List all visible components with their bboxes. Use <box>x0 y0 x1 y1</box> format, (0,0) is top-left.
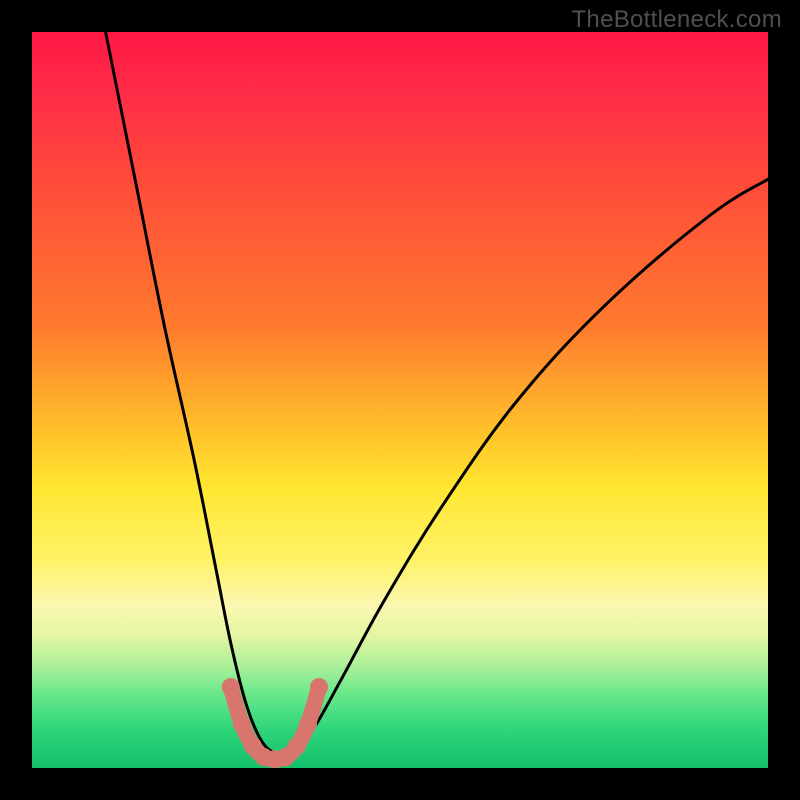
bottleneck-curve-main <box>106 32 768 756</box>
marker-point <box>299 715 317 733</box>
marker-point <box>310 678 328 696</box>
curve-layer <box>32 32 768 768</box>
marker-point <box>233 715 251 733</box>
chart-container: TheBottleneck.com <box>0 0 800 800</box>
marker-point <box>288 737 306 755</box>
watermark-text: TheBottleneck.com <box>571 6 782 34</box>
marker-group <box>222 678 328 768</box>
plot-area <box>32 32 768 768</box>
marker-point <box>222 678 240 696</box>
